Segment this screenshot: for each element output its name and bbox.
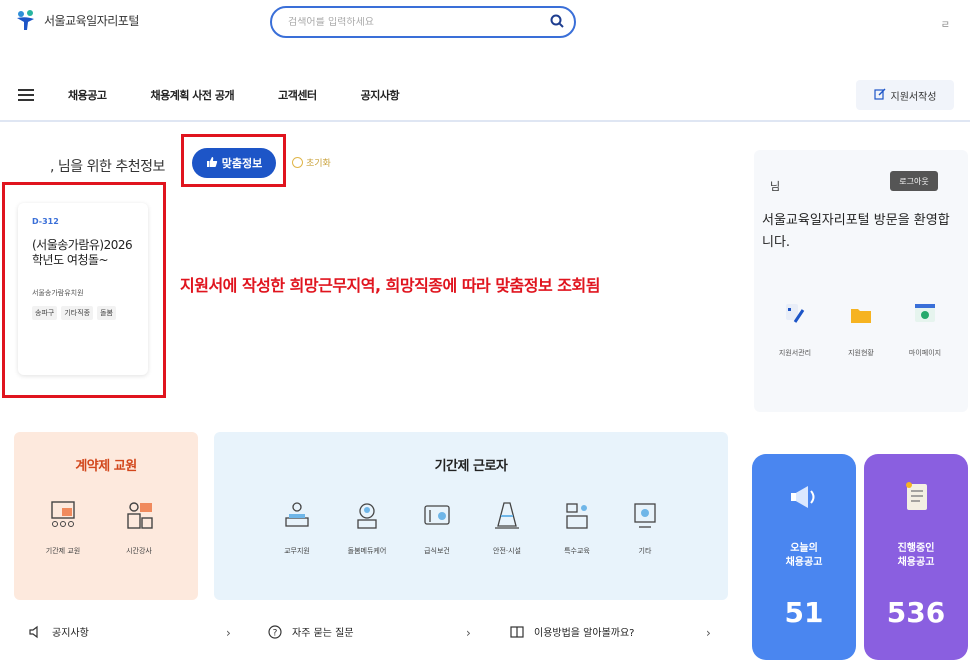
monitor-icon	[628, 500, 662, 532]
logo-icon	[14, 8, 38, 32]
category-label: 기타	[638, 547, 652, 555]
bottom-link-guide[interactable]: 이용방법을 알아볼까요?	[510, 624, 635, 639]
lecturer-icon	[122, 500, 156, 532]
nav-item-jobs[interactable]: 채용공고	[68, 87, 107, 103]
bottom-link-label: 이용방법을 알아볼까요?	[534, 628, 635, 639]
desk-lamp-icon	[280, 500, 314, 532]
chevron-right-icon[interactable]: ›	[226, 626, 231, 640]
ongoing-jobs-label: 진행중인 채용공고	[897, 543, 935, 568]
special-edu-icon	[560, 500, 594, 532]
category-label: 급식보건	[424, 547, 450, 555]
search-icon[interactable]	[550, 13, 564, 32]
reset-button[interactable]: 초기화	[292, 156, 331, 169]
apply-write-label: 지원서작성	[890, 91, 937, 103]
logo-text: 서울교육일자리포털	[44, 13, 139, 28]
welcome-text: 서울교육일자리포털 방문을 환영합니다.	[762, 213, 950, 250]
header-divider	[0, 120, 970, 122]
highlight-box	[181, 134, 286, 187]
category-special-education[interactable]: 특수교육	[544, 500, 610, 556]
annotation-text: 지원서에 작성한 희망근무지역, 희망직종에 따라 맞춤정보 조회됨	[180, 276, 600, 295]
site-logo[interactable]: 서울교육일자리포털	[14, 8, 139, 32]
notice-board-icon	[900, 480, 934, 514]
reset-icon	[292, 157, 303, 168]
book-icon	[510, 625, 524, 639]
category-care[interactable]: 돌봄메듀케어	[334, 500, 400, 556]
folder-icon	[847, 300, 875, 328]
apply-write-button[interactable]: 지원서작성	[856, 80, 954, 110]
category-etc[interactable]: 기타	[612, 500, 678, 556]
category-fixed-term-teacher[interactable]: 기간제 교원	[30, 500, 96, 556]
today-jobs-label: 오늘의 채용공고	[785, 543, 823, 568]
search-input[interactable]	[288, 16, 550, 28]
quick-link-apply-manage[interactable]: 지원서관리	[764, 300, 826, 358]
care-icon	[350, 500, 384, 532]
quick-link-label: 지원현황	[848, 349, 874, 357]
ongoing-jobs-count: 536	[886, 596, 946, 629]
svg-text:?: ?	[273, 628, 278, 638]
edit-icon	[873, 88, 886, 103]
temp-worker-title: 기간제 근로자	[434, 459, 508, 474]
meal-icon	[420, 500, 454, 532]
header-user-text[interactable]: ㄹ	[941, 16, 950, 31]
logout-button[interactable]: 로그아웃	[890, 171, 938, 191]
quick-link-label: 마이페이지	[908, 349, 942, 357]
nav-item-hiring-plan[interactable]: 채용계획 사전 공개	[150, 87, 234, 103]
category-label: 안전·시설	[493, 547, 521, 555]
quick-link-mypage[interactable]: 마이페이지	[894, 300, 956, 358]
today-jobs-count: 51	[784, 596, 824, 629]
bottom-link-notice[interactable]: 공지사항	[28, 624, 89, 639]
menu-icon[interactable]	[18, 89, 34, 101]
ongoing-jobs-card[interactable]: 진행중인 채용공고 536	[864, 454, 968, 660]
recommend-title: , 님을 위한 추천정보	[50, 159, 165, 175]
main-nav: 채용공고 채용계획 사전 공개 고객센터 공지사항	[0, 74, 970, 116]
bottom-link-label: 공지사항	[52, 628, 89, 639]
category-lecturer[interactable]: 시간강사	[106, 500, 172, 556]
chevron-right-icon[interactable]: ›	[706, 626, 711, 640]
category-meal-health[interactable]: 급식보건	[404, 500, 470, 556]
reset-label: 초기화	[306, 159, 331, 169]
quick-link-label: 지원서관리	[778, 349, 812, 357]
edit-icon	[781, 300, 809, 328]
question-icon: ?	[268, 624, 282, 639]
search-bar[interactable]	[270, 6, 576, 38]
quick-link-apply-status[interactable]: 지원현황	[830, 300, 892, 358]
category-label: 기간제 교원	[45, 547, 81, 555]
megaphone-icon	[788, 480, 822, 514]
chevron-right-icon[interactable]: ›	[466, 626, 471, 640]
classroom-icon	[46, 500, 80, 532]
highlight-box	[2, 182, 166, 398]
profile-icon	[911, 300, 939, 328]
category-safety-facility[interactable]: 안전·시설	[474, 500, 540, 556]
cone-icon	[490, 500, 524, 532]
bottom-link-faq[interactable]: ? 자주 묻는 질문	[268, 624, 354, 639]
category-label: 특수교육	[564, 547, 590, 555]
category-label: 시간강사	[126, 547, 152, 555]
nav-item-notice[interactable]: 공지사항	[361, 87, 400, 103]
today-jobs-card[interactable]: 오늘의 채용공고 51	[752, 454, 856, 660]
category-academic-support[interactable]: 교무지원	[264, 500, 330, 556]
nav-item-support[interactable]: 고객센터	[278, 87, 317, 103]
bottom-link-label: 자주 묻는 질문	[292, 628, 354, 639]
speaker-icon	[28, 625, 42, 639]
category-label: 교무지원	[284, 547, 310, 555]
contract-teacher-title: 계약제 교원	[75, 459, 137, 474]
user-name: 님	[770, 180, 781, 193]
category-label: 돌봄메듀케어	[347, 547, 387, 555]
